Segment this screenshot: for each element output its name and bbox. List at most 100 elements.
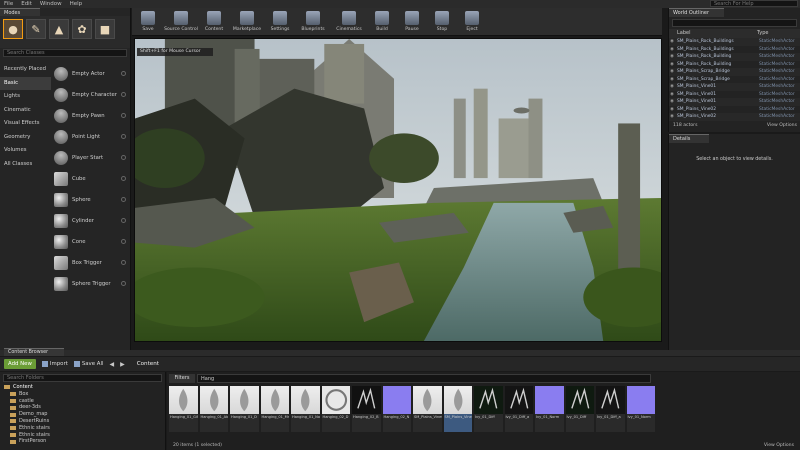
asset-tile[interactable]: Hanging_02_B [352,386,381,432]
folder-item[interactable]: Demo_map [0,411,165,418]
folder-item[interactable]: Ethnic stairs [0,432,165,439]
outliner-row[interactable]: ◉ SM_Plains_Vine01 StaticMeshActor [669,91,800,99]
content-browser-tab[interactable]: Content Browser [4,348,64,356]
placeable-cone[interactable]: Cone [52,231,130,252]
toolbar-cinematics-button[interactable]: Cinematics [332,9,366,35]
folder-item[interactable]: DesertRuins [0,418,165,425]
category-volumes[interactable]: Volumes [0,144,51,158]
outliner-row[interactable]: ◉ SM_Plains_Rock_Buildings StaticMeshActor [669,38,800,46]
asset-tile[interactable]: Ivy_01_Norm [535,386,564,432]
folder-item[interactable]: Ethnic stairs [0,425,165,432]
folder-search-input[interactable]: Search Folders [3,374,162,382]
asset-tile[interactable]: Hanging_01_Aba [199,386,228,432]
placeable-empty-pawn[interactable]: Empty Pawn [52,105,130,126]
toolbar-source-control-button[interactable]: Source Control [164,9,198,35]
asset-tile[interactable]: Ivy_01_Norm [626,386,655,432]
folder-item[interactable]: deer-3ds [0,404,165,411]
toolbar-blueprints-button[interactable]: Blueprints [296,9,330,35]
help-icon[interactable] [121,197,126,202]
col-type[interactable]: Type [757,29,768,38]
placeable-sphere[interactable]: Sphere [52,189,130,210]
placeable-sphere-trigger[interactable]: Sphere Trigger [52,273,130,294]
menu-item-edit[interactable]: Edit [21,1,32,7]
category-cinematic[interactable]: Cinematic [0,104,51,118]
help-icon[interactable] [121,155,126,160]
asset-tile[interactable]: Hanging_01_Mn [260,386,289,432]
place-mode-icon[interactable]: ● [3,19,23,39]
import-button[interactable]: Import [41,361,68,367]
asset-tile[interactable]: Hanging_02_N [382,386,411,432]
placeable-player-start[interactable]: Player Start [52,147,130,168]
col-label[interactable]: Label [669,29,757,38]
search-classes-input[interactable]: Search Classes [3,49,127,57]
help-icon[interactable] [121,92,126,97]
asset-tile[interactable]: SM_Plains_Vine01 [413,386,442,432]
menu-item-window[interactable]: Window [40,1,62,7]
placeable-cylinder[interactable]: Cylinder [52,210,130,231]
outliner-row[interactable]: ◉ SM_Plains_Vine02 StaticMeshActor [669,113,800,121]
help-icon[interactable] [121,239,126,244]
category-all-classes[interactable]: All Classes [0,158,51,172]
asset-tile[interactable]: Hanging_01_GiP [169,386,198,432]
toolbar-build-button[interactable]: Build [368,9,396,35]
asset-tile[interactable]: Hanging_02_D [321,386,350,432]
asset-tile[interactable]: Ivy_01_Diff [565,386,594,432]
category-visual-effects[interactable]: Visual Effects [0,117,51,131]
toolbar-pause-button[interactable]: Pause [398,9,426,35]
placeable-point-light[interactable]: Point Light [52,126,130,147]
outliner-row[interactable]: ◉ SM_Plains_Scrap_Bridge StaticMeshActor [669,68,800,76]
outliner-row[interactable]: ◉ SM_Plains_Vine01 StaticMeshActor [669,83,800,91]
world-outliner-tab[interactable]: World Outliner [669,8,724,17]
cb-view-options[interactable]: View Options [764,442,794,450]
help-icon[interactable] [121,71,126,76]
details-tab[interactable]: Details [669,134,709,143]
placeable-box-trigger[interactable]: Box Trigger [52,252,130,273]
help-icon[interactable] [121,218,126,223]
folder-item[interactable]: Box [0,391,165,398]
folder-item[interactable]: Content [0,384,165,391]
toolbar-marketplace-button[interactable]: Marketplace [230,9,264,35]
asset-search-input[interactable]: Hang [197,374,651,383]
outliner-view-options[interactable]: View Options [767,122,797,130]
help-icon[interactable] [121,176,126,181]
asset-tile[interactable]: Ivy_01_Diff [474,386,503,432]
folder-item[interactable]: FirstPerson [0,438,165,445]
level-viewport[interactable] [134,38,662,342]
content-path[interactable]: Content [137,361,159,367]
category-lights[interactable]: Lights [0,90,51,104]
outliner-row[interactable]: ◉ SM_Plains_Vine01 StaticMeshActor [669,98,800,106]
outliner-row[interactable]: ◉ SM_Plains_Rock_Building StaticMeshActor [669,61,800,69]
help-icon[interactable] [121,113,126,118]
add-new-button[interactable]: Add New [4,359,36,369]
menu-item-file[interactable]: File [4,1,13,7]
nav-back-icon[interactable]: ◀ [109,361,114,368]
help-icon[interactable] [121,134,126,139]
outliner-row[interactable]: ◉ SM_Plains_Rock_Building StaticMeshActor [669,53,800,61]
category-recently-placed[interactable]: Recently Placed [0,63,51,77]
asset-tile[interactable]: SM_Plains_Vine02 [443,386,472,432]
toolbar-stop-button[interactable]: Stop [428,9,456,35]
placeable-empty-character[interactable]: Empty Character [52,84,130,105]
help-icon[interactable] [121,281,126,286]
toolbar-settings-button[interactable]: Settings [266,9,294,35]
outliner-row[interactable]: ◉ SM_Plains_Rock_Buildings StaticMeshActor [669,46,800,54]
help-icon[interactable] [121,260,126,265]
category-geometry[interactable]: Geometry [0,131,51,145]
asset-tile[interactable]: Ivy_01_Diff_a [596,386,625,432]
landscape-mode-icon[interactable]: ▲ [49,19,69,39]
paint-mode-icon[interactable]: ✎ [26,19,46,39]
help-search-input[interactable]: Search For Help [710,0,798,7]
toolbar-content-button[interactable]: Content [200,9,228,35]
modes-tab[interactable]: Modes [0,8,40,16]
filters-button[interactable]: Filters [169,374,195,383]
category-basic[interactable]: Basic [0,76,51,90]
placeable-cube[interactable]: Cube [52,168,130,189]
asset-tile[interactable]: Hanging_01_Noise [291,386,320,432]
folder-item[interactable]: castle [0,398,165,405]
toolbar-save-button[interactable]: Save [134,9,162,35]
geometry-mode-icon[interactable]: ■ [95,19,115,39]
asset-tile[interactable]: Hanging_01_D [230,386,259,432]
toolbar-eject-button[interactable]: Eject [458,9,486,35]
asset-tile[interactable]: Ivy_01_Diff_a [504,386,533,432]
save-all-button[interactable]: Save All [73,361,103,367]
